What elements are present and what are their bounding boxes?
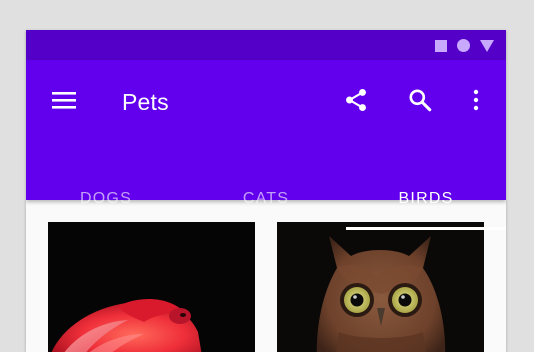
tab-bar: DOGS CATS BIRDS [26, 170, 506, 230]
menu-icon [52, 92, 76, 109]
page-title: Pets [122, 89, 169, 115]
status-bar [26, 30, 506, 60]
toolbar: Pets [26, 60, 506, 140]
flamingo-image-card[interactable] [48, 222, 255, 352]
tab-cats[interactable]: CATS [186, 170, 346, 228]
more-vert-icon [473, 89, 479, 111]
active-tab-indicator [346, 227, 506, 230]
triangle-icon [480, 39, 494, 52]
more-options-button[interactable] [462, 86, 490, 114]
search-icon [409, 89, 432, 112]
square-icon [435, 39, 447, 52]
app-bar: Pets DOGS CATS BIRDS [26, 60, 506, 230]
owl-image [277, 222, 484, 352]
search-button[interactable] [406, 86, 434, 114]
tab-birds[interactable]: BIRDS [346, 170, 506, 228]
share-button[interactable] [342, 86, 370, 114]
share-icon [346, 88, 366, 112]
owl-image-card[interactable] [277, 222, 484, 352]
circle-icon [457, 39, 470, 52]
menu-button[interactable] [50, 86, 78, 114]
flamingo-image [48, 222, 255, 352]
phone-screen: Pets DOGS CATS BIRDS [26, 30, 506, 352]
status-icons [435, 39, 494, 52]
tab-dogs[interactable]: DOGS [26, 170, 186, 228]
